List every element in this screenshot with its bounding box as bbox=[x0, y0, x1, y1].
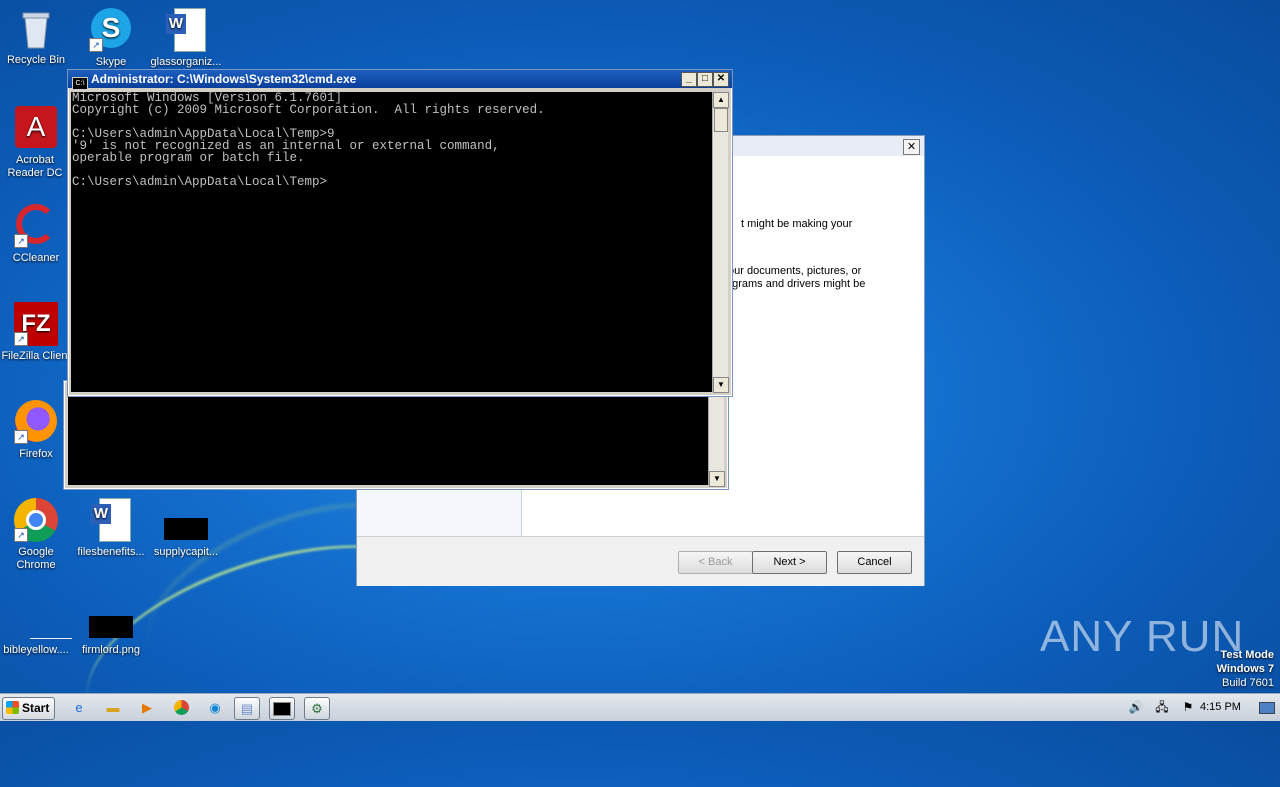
next-button[interactable]: Next > bbox=[752, 551, 827, 574]
cancel-button[interactable]: Cancel bbox=[837, 551, 912, 574]
scroll-thumb[interactable] bbox=[714, 108, 728, 132]
wizard-footer: < Back Next > Cancel bbox=[357, 536, 924, 586]
ccleaner-icon: ↗ bbox=[14, 204, 58, 248]
back-button[interactable]: < Back bbox=[678, 551, 753, 574]
test-mode-line: Windows 7 bbox=[1216, 663, 1274, 675]
desktop-icon-firefox[interactable]: ↗ Firefox bbox=[0, 400, 72, 461]
desktop-icon-acrobat[interactable]: A Acrobat Reader DC bbox=[0, 106, 72, 180]
desktop-icon-label: Skype bbox=[95, 56, 127, 68]
shortcut-arrow-icon: ↗ bbox=[14, 528, 28, 542]
desktop-icon-label: Acrobat Reader DC bbox=[7, 154, 63, 179]
maximize-icon[interactable]: □ bbox=[697, 72, 713, 87]
skype-icon: S ↗ bbox=[89, 8, 133, 52]
desktop-icon-label: Google Chrome bbox=[16, 546, 56, 571]
shortcut-arrow-icon: ↗ bbox=[14, 234, 28, 248]
desktop-icon-label: supplycapit... bbox=[153, 546, 219, 558]
cmd-icon: C:\ bbox=[72, 77, 88, 90]
scrollbar[interactable]: ▼ bbox=[708, 383, 725, 487]
chrome-taskbar-icon[interactable] bbox=[169, 697, 193, 718]
scroll-down-icon[interactable]: ▼ bbox=[713, 377, 729, 393]
start-button[interactable]: Start bbox=[2, 697, 55, 720]
desktop-icon-glassorganiz[interactable]: W glassorganiz... bbox=[150, 8, 222, 69]
desktop-icon-filezilla[interactable]: FZ ↗ FileZilla Client bbox=[0, 302, 72, 363]
cmd-window: C:\ Administrator: C:\Windows\System32\cm… bbox=[67, 69, 733, 397]
minimize-icon[interactable]: _ bbox=[681, 72, 697, 87]
windows-logo-icon bbox=[6, 701, 19, 714]
console-area bbox=[68, 383, 708, 485]
close-icon[interactable]: ✕ bbox=[903, 139, 920, 155]
black-file-icon bbox=[164, 498, 208, 542]
notepad-taskbar-icon[interactable]: ▤ bbox=[234, 697, 260, 720]
start-label: Start bbox=[22, 701, 50, 715]
shortcut-arrow-icon: ↗ bbox=[89, 38, 103, 52]
console-output[interactable]: Microsoft Windows [Version 6.1.7601] Cop… bbox=[71, 92, 713, 392]
taskbar: Start e ▬ ▶ ◉ ▤ ⚙ 🔊 🖧 ⚑ 4:15 PM bbox=[0, 693, 1280, 721]
ie-icon[interactable]: e bbox=[67, 697, 91, 718]
volume-icon[interactable]: 🔊 bbox=[1124, 697, 1148, 718]
cmd-title-bar[interactable]: C:\ Administrator: C:\Windows\System32\cm… bbox=[68, 70, 732, 90]
shortcut-arrow-icon: ↗ bbox=[14, 430, 28, 444]
desktop-icon-skype[interactable]: S ↗ Skype bbox=[75, 8, 147, 69]
word-doc-icon: W bbox=[89, 498, 133, 542]
test-mode-line: Build 7601 bbox=[1222, 677, 1274, 689]
wizard-text: ograms and drivers might be bbox=[726, 278, 866, 290]
shortcut-arrow-icon: ↗ bbox=[14, 332, 28, 346]
edge-icon[interactable]: ◉ bbox=[203, 697, 227, 718]
chrome-icon: ↗ bbox=[14, 498, 58, 542]
clock[interactable]: 4:15 PM bbox=[1200, 701, 1241, 713]
anyrun-watermark: ANY RUN bbox=[1040, 612, 1245, 661]
installer-taskbar-icon[interactable]: ⚙ bbox=[304, 697, 330, 720]
desktop-icon-chrome[interactable]: ↗ Google Chrome bbox=[0, 498, 72, 572]
desktop-icon-label: FileZilla Client bbox=[1, 350, 71, 362]
desktop-icon-bibleyellow[interactable]: bibleyellow.... bbox=[0, 596, 72, 657]
desktop-icon-ccleaner[interactable]: ↗ CCleaner bbox=[0, 204, 72, 265]
network-icon[interactable]: 🖧 bbox=[1150, 697, 1174, 718]
desktop-icon-filesbenefits[interactable]: W filesbenefits... bbox=[75, 498, 147, 559]
desktop-icon-label: Recycle Bin bbox=[6, 54, 66, 66]
explorer-folder-icon[interactable]: ▬ bbox=[101, 697, 125, 718]
desktop-icon-label: firmlord.png bbox=[81, 644, 141, 656]
action-center-flag-icon[interactable]: ⚑ bbox=[1176, 697, 1200, 718]
media-player-icon[interactable]: ▶ bbox=[135, 697, 159, 718]
wizard-text: t might be making your bbox=[741, 218, 853, 230]
scroll-down-icon[interactable]: ▼ bbox=[709, 471, 725, 487]
word-doc-icon: W bbox=[164, 8, 208, 52]
desktop-icon-label: bibleyellow.... bbox=[3, 644, 69, 656]
show-desktop-icon[interactable] bbox=[1256, 697, 1278, 718]
acrobat-icon: A bbox=[14, 106, 58, 150]
cmd-taskbar-icon[interactable] bbox=[269, 697, 295, 720]
black-file-icon bbox=[89, 596, 133, 640]
desktop-icon-label: CCleaner bbox=[12, 252, 60, 264]
desktop-icon-label: Firefox bbox=[19, 448, 53, 460]
window-title: Administrator: C:\Windows\System32\cmd.e… bbox=[91, 72, 357, 86]
scroll-up-icon[interactable]: ▲ bbox=[713, 92, 729, 108]
close-icon[interactable]: ✕ bbox=[713, 72, 729, 87]
desktop-icon-label: filesbenefits... bbox=[77, 546, 145, 558]
scrollbar[interactable]: ▲ ▼ bbox=[712, 92, 729, 393]
wizard-text: our documents, pictures, or bbox=[728, 265, 862, 277]
desktop-icon-label: glassorganiz... bbox=[150, 56, 222, 68]
desktop-icon-supplycapit[interactable]: supplycapit... bbox=[150, 498, 222, 559]
recycle-bin-icon bbox=[19, 8, 53, 50]
desktop-icon-recycle-bin[interactable]: Recycle Bin bbox=[0, 8, 72, 67]
firefox-icon: ↗ bbox=[14, 400, 58, 444]
desktop-icon-firmlord[interactable]: firmlord.png bbox=[75, 596, 147, 657]
test-mode-watermark: Test Mode Windows 7 Build 7601 bbox=[1217, 648, 1274, 690]
filezilla-icon: FZ ↗ bbox=[14, 302, 58, 346]
test-mode-line: Test Mode bbox=[1220, 649, 1274, 661]
blank-file-icon bbox=[14, 596, 72, 640]
